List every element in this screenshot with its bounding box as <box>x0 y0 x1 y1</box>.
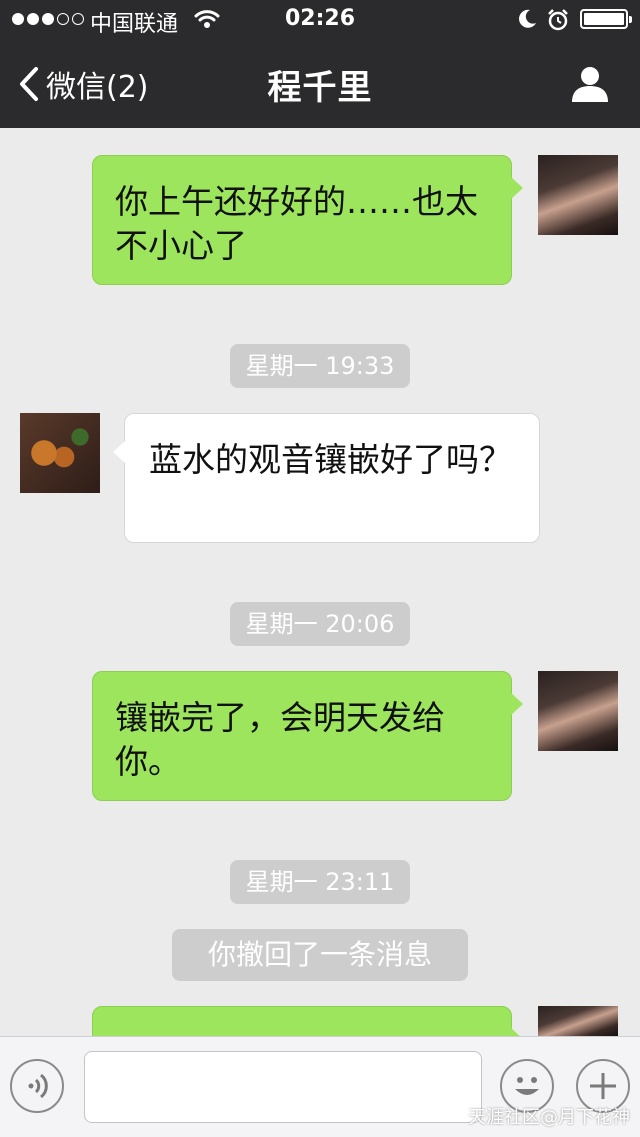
recall-notice: 你撤回了一条消息 <box>172 929 468 981</box>
my-avatar[interactable] <box>538 155 618 235</box>
timestamp: 星期一 23:11 <box>230 860 410 904</box>
alarm-icon <box>546 8 570 36</box>
message-bubble-sent[interactable]: 你上午还好好的……也太不小心了 <box>92 155 523 285</box>
my-avatar[interactable] <box>538 1006 618 1036</box>
contact-avatar[interactable] <box>20 413 100 493</box>
my-avatar[interactable] <box>538 671 618 751</box>
timestamp: 星期一 20:06 <box>230 602 410 646</box>
status-time: 02:26 <box>284 6 356 31</box>
watermark: 天涯社区@月下花神 <box>468 1107 630 1128</box>
top-bar: 中国联通 02:26 微信(2) 程千里 <box>0 0 640 128</box>
message-text: 蓝水的观音镶嵌好了吗？ <box>149 440 512 479</box>
message-bubble-received[interactable]: 蓝水的观音镶嵌好了吗？ <box>113 413 540 543</box>
message-text: 你上午还好好的……也太不小心了 <box>115 182 478 265</box>
person-icon[interactable] <box>570 64 610 108</box>
message-bubble-sent[interactable]: 镶嵌完了，会明天发给你。 <box>92 671 523 801</box>
chat-title: 程千里 <box>267 68 373 108</box>
voice-icon[interactable] <box>10 1059 64 1113</box>
timestamp: 星期一 19:33 <box>230 344 410 388</box>
nav-bar: 微信(2) 程千里 <box>0 40 640 128</box>
input-bar: 天涯社区@月下花神 <box>0 1036 640 1137</box>
moon-icon <box>516 8 538 34</box>
message-input[interactable] <box>84 1051 482 1123</box>
message-text: 镶嵌完了，会明天发给你。 <box>115 698 445 781</box>
status-bar: 中国联通 02:26 <box>0 0 640 40</box>
battery-icon <box>580 9 632 29</box>
